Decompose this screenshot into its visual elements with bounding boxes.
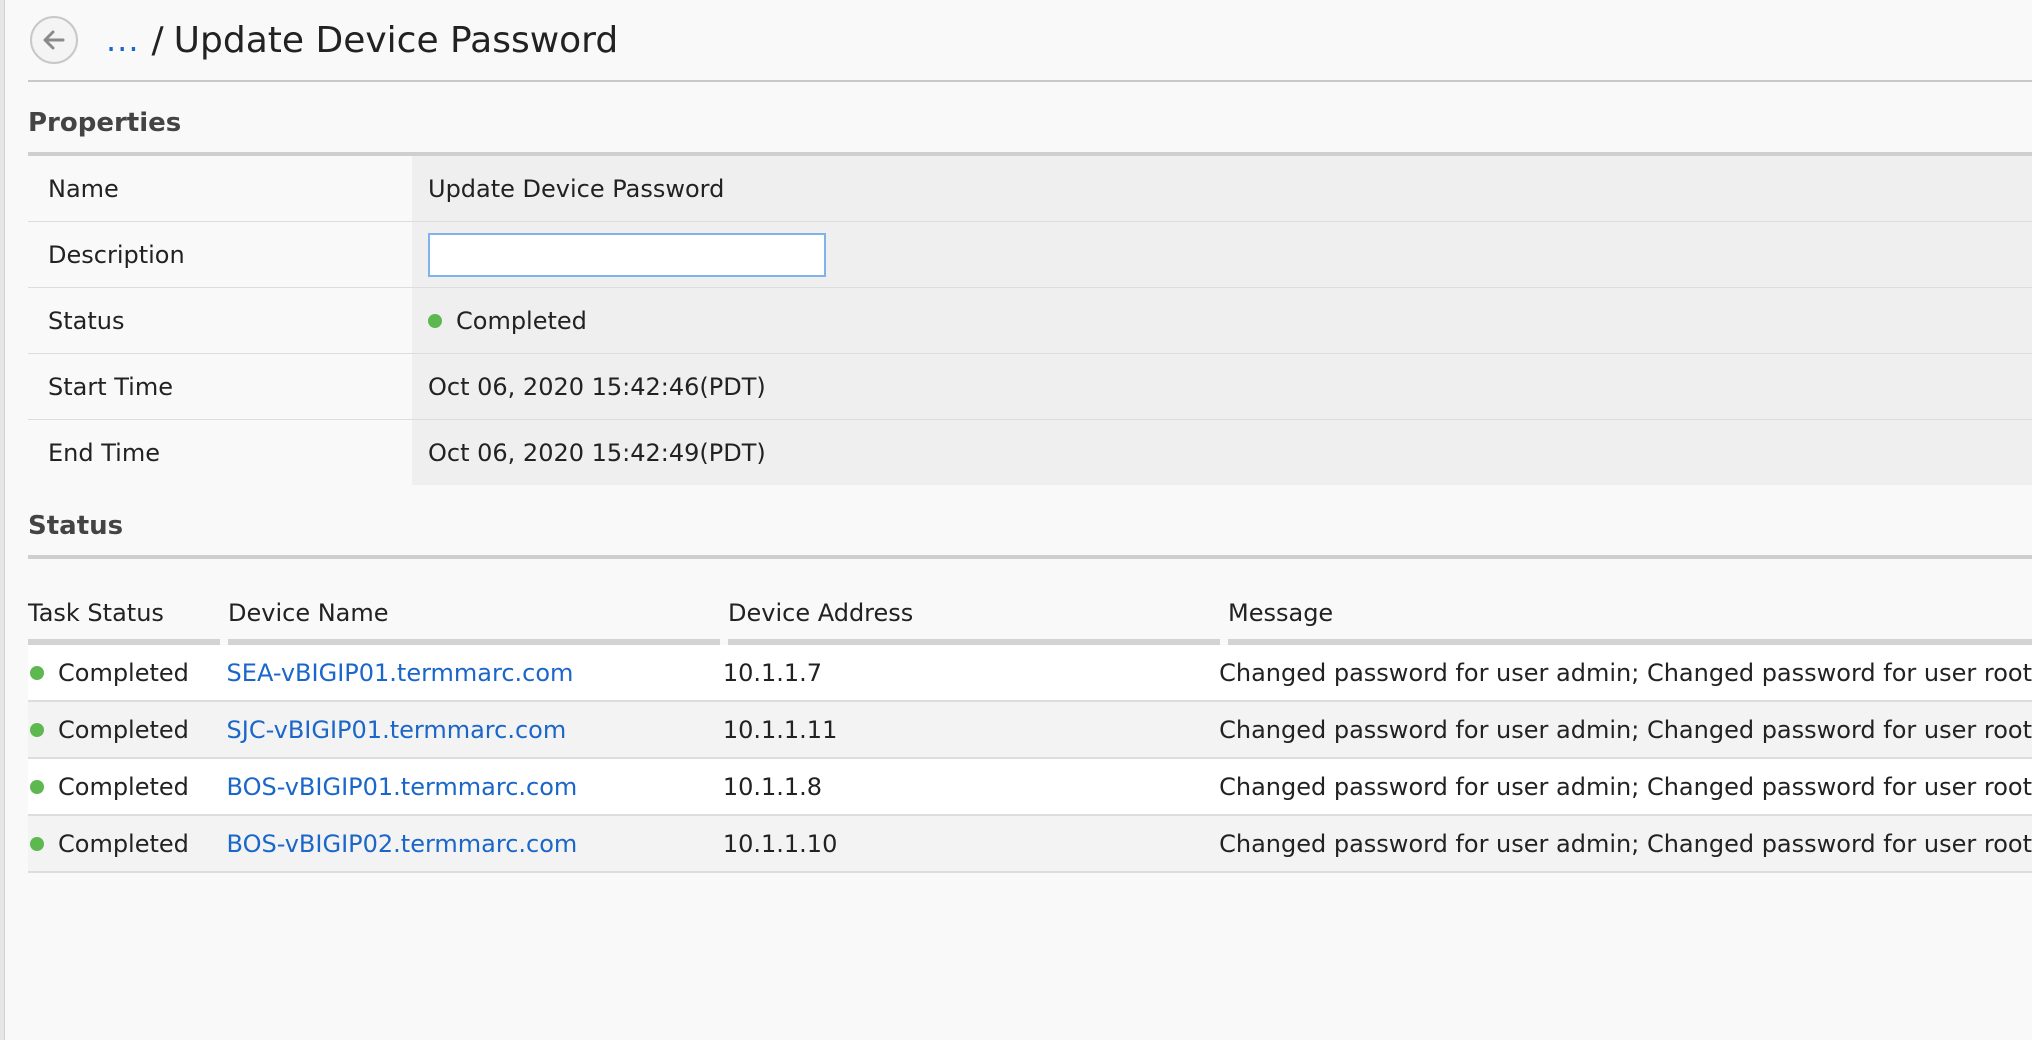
property-row-name: Name Update Device Password — [28, 156, 2032, 222]
message-cell: Changed password for user admin; Changed… — [1219, 658, 2032, 687]
message-cell: Changed password for user admin; Changed… — [1219, 772, 2032, 801]
property-label: Start Time — [28, 354, 412, 419]
device-address-cell: 10.1.1.7 — [722, 658, 823, 687]
property-row-description: Description — [28, 222, 2032, 288]
status-value: Completed — [456, 306, 587, 335]
device-name-link[interactable]: BOS-vBIGIP02.termmarc.com — [227, 830, 578, 858]
task-status-cell: Completed — [28, 830, 219, 858]
property-row-status: Status Completed — [28, 288, 2032, 354]
properties-section-title: Properties — [28, 82, 2032, 156]
table-row: Completed SJC-vBIGIP01.termmarc.com 10.1… — [28, 702, 2032, 759]
column-header-message[interactable]: Message — [1228, 599, 2032, 645]
status-dot-icon — [428, 313, 442, 328]
device-name-link[interactable]: SEA-vBIGIP01.termmarc.com — [227, 659, 574, 687]
start-time-value: Oct 06, 2020 15:42:46(PDT) — [428, 372, 766, 401]
task-status-cell: Completed — [28, 716, 219, 744]
column-header-device-name[interactable]: Device Name — [228, 599, 720, 645]
device-name-cell: BOS-vBIGIP02.termmarc.com — [227, 830, 715, 858]
property-label: End Time — [28, 420, 412, 485]
property-value-status: Completed — [412, 288, 2032, 353]
device-address-cell: 10.1.1.8 — [722, 772, 823, 801]
page: ... / Update Device Password Properties N… — [28, 0, 2032, 1040]
status-dot-icon — [30, 665, 44, 680]
task-status-cell: Completed — [28, 773, 219, 801]
description-input[interactable] — [428, 232, 826, 277]
left-edge-rule — [0, 0, 5, 1040]
task-status-text: Completed — [58, 772, 189, 801]
status-dot-icon — [30, 779, 44, 794]
page-title: / Update Device Password — [152, 20, 619, 61]
device-name-link[interactable]: SJC-vBIGIP01.termmarc.com — [227, 716, 567, 744]
property-label: Status — [28, 288, 412, 353]
column-header-task-status[interactable]: Task Status — [28, 599, 220, 645]
page-title-text: Update Device Password — [173, 19, 619, 61]
property-label: Description — [28, 222, 412, 287]
properties-table: Name Update Device Password Description … — [28, 156, 2032, 485]
task-status-text: Completed — [58, 829, 189, 858]
property-value-description — [412, 222, 2032, 287]
table-row: Completed BOS-vBIGIP02.termmarc.com 10.1… — [28, 816, 2032, 873]
table-row: Completed BOS-vBIGIP01.termmarc.com 10.1… — [28, 759, 2032, 816]
breadcrumb-separator: / — [151, 19, 164, 61]
task-status-cell: Completed — [28, 659, 219, 687]
status-section-title: Status — [28, 485, 2032, 559]
device-name-cell: BOS-vBIGIP01.termmarc.com — [227, 773, 715, 801]
breadcrumb-ellipsis-link[interactable]: ... — [106, 21, 140, 59]
status-dot-icon — [30, 722, 44, 737]
property-value-end-time: Oct 06, 2020 15:42:49(PDT) — [412, 420, 2032, 485]
property-value-start-time: Oct 06, 2020 15:42:46(PDT) — [412, 354, 2032, 419]
task-status-text: Completed — [58, 715, 189, 744]
name-value: Update Device Password — [428, 174, 725, 203]
end-time-value: Oct 06, 2020 15:42:49(PDT) — [428, 438, 766, 467]
column-header-device-address[interactable]: Device Address — [728, 599, 1220, 645]
property-row-start-time: Start Time Oct 06, 2020 15:42:46(PDT) — [28, 354, 2032, 420]
property-row-end-time: End Time Oct 06, 2020 15:42:49(PDT) — [28, 420, 2032, 485]
device-name-cell: SJC-vBIGIP01.termmarc.com — [227, 716, 715, 744]
property-label: Name — [28, 156, 412, 221]
device-address-cell: 10.1.1.10 — [722, 829, 838, 858]
page-header: ... / Update Device Password — [28, 0, 2032, 82]
back-button[interactable] — [30, 16, 78, 64]
property-value-name: Update Device Password — [412, 156, 2032, 221]
table-header: Task Status Device Name Device Address M… — [28, 589, 2032, 645]
device-name-link[interactable]: BOS-vBIGIP01.termmarc.com — [227, 773, 578, 801]
task-status-text: Completed — [58, 658, 189, 687]
device-address-cell: 10.1.1.11 — [722, 715, 838, 744]
message-cell: Changed password for user admin; Changed… — [1219, 829, 2032, 858]
status-table: Task Status Device Name Device Address M… — [28, 589, 2032, 873]
table-row: Completed SEA-vBIGIP01.termmarc.com 10.1… — [28, 645, 2032, 702]
message-cell: Changed password for user admin; Changed… — [1219, 715, 2032, 744]
arrow-left-icon — [43, 30, 65, 50]
status-dot-icon — [30, 836, 44, 851]
device-name-cell: SEA-vBIGIP01.termmarc.com — [227, 659, 715, 687]
